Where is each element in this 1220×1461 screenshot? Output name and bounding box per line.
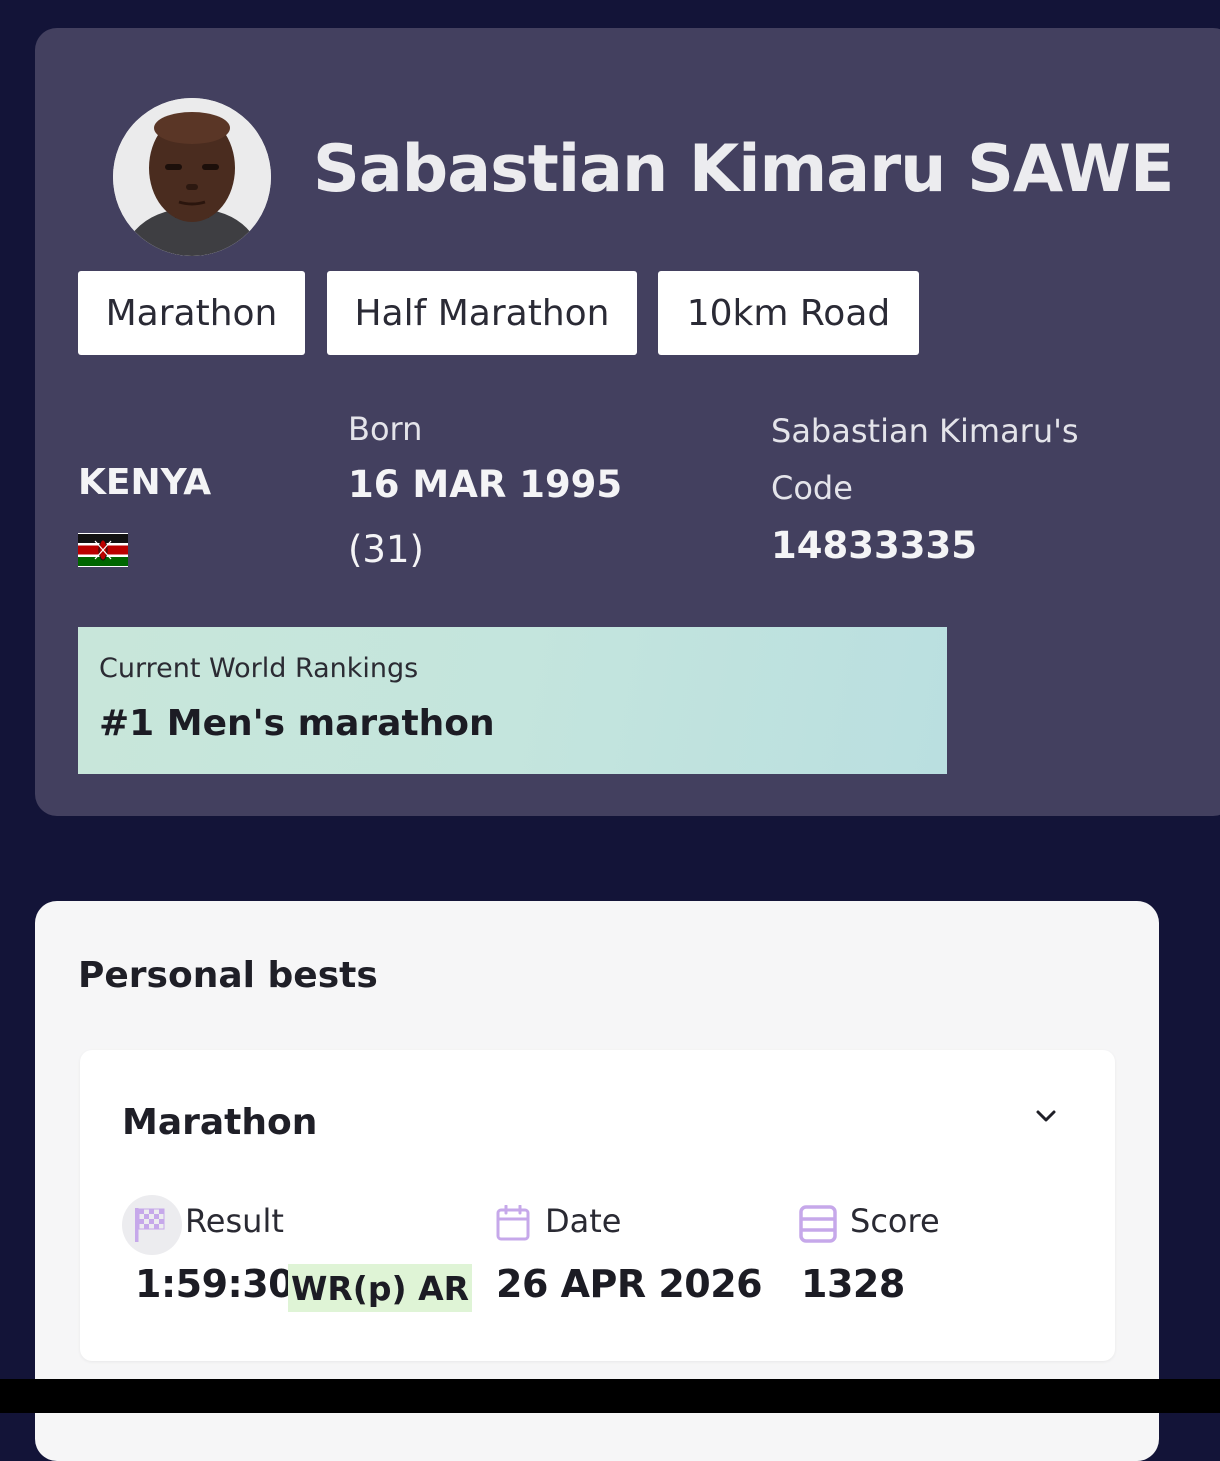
personal-best-item-marathon[interactable]: Marathon Result Date Score 1:59:30 WR(p)… <box>80 1050 1115 1361</box>
personal-bests-title: Personal bests <box>78 955 378 996</box>
personal-bests-card: Personal bests Marathon Result Date Scor… <box>35 901 1159 1461</box>
discipline-tag-marathon[interactable]: Marathon <box>78 271 305 355</box>
score-value: 1328 <box>801 1262 905 1306</box>
score-label: Score <box>850 1202 940 1240</box>
date-label: Date <box>545 1202 622 1240</box>
country-name: KENYA <box>78 462 212 503</box>
athlete-photo <box>113 98 271 256</box>
kenya-flag-icon <box>78 533 128 567</box>
athlete-age: (31) <box>348 528 424 571</box>
world-ranking-box[interactable]: Current World Rankings #1 Men's marathon <box>78 627 947 774</box>
athlete-code: 14833335 <box>771 524 977 567</box>
date-value: 26 APR 2026 <box>496 1262 763 1306</box>
event-name: Marathon <box>122 1102 318 1143</box>
code-label-line2: Code <box>771 469 853 507</box>
discipline-tag-10km-road[interactable]: 10km Road <box>658 271 919 355</box>
score-list-icon <box>799 1205 837 1243</box>
checkered-flag-icon <box>122 1195 182 1255</box>
ranking-label: Current World Rankings <box>99 653 419 684</box>
record-badge: WR(p) AR <box>288 1264 473 1312</box>
bottom-bar <box>0 1379 1220 1413</box>
athlete-name: Sabastian Kimaru SAWE <box>313 132 1174 207</box>
result-value: 1:59:30 <box>135 1262 295 1306</box>
born-label: Born <box>348 410 423 448</box>
result-label: Result <box>185 1202 284 1240</box>
athlete-avatar <box>113 98 271 256</box>
born-date: 16 MAR 1995 <box>348 463 623 506</box>
chevron-down-icon[interactable] <box>1032 1102 1060 1130</box>
calendar-icon <box>496 1205 530 1241</box>
discipline-tag-half-marathon[interactable]: Half Marathon <box>327 271 637 355</box>
ranking-value: #1 Men's marathon <box>99 703 495 744</box>
code-label: Sabastian Kimaru's <box>771 412 1079 450</box>
